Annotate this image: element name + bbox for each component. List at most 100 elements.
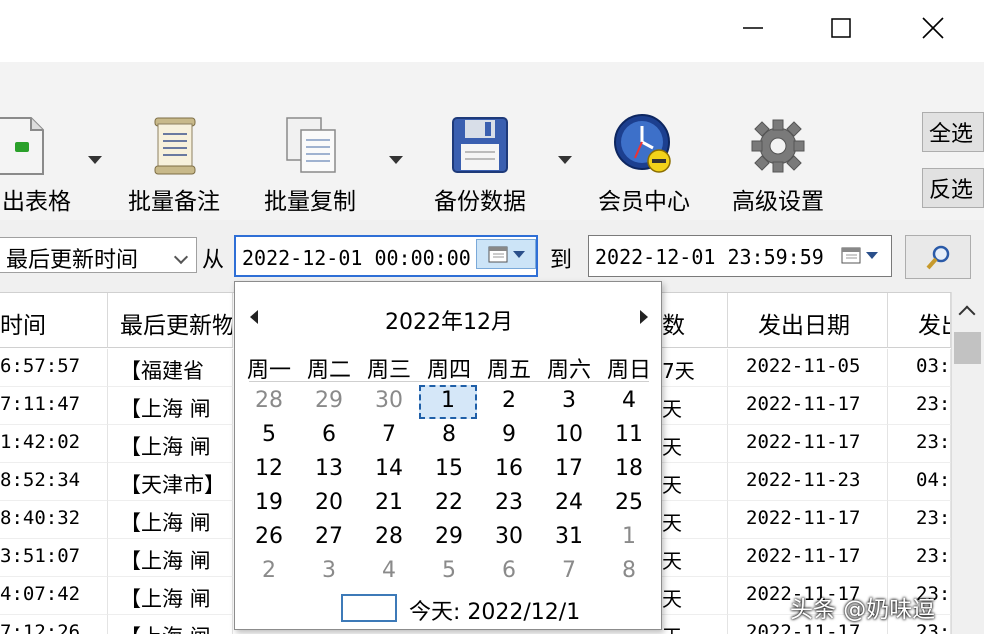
time-field-select[interactable]: 最后更新时间 — [0, 237, 197, 273]
table-cell-sent[interactable]: 23: — [888, 425, 951, 463]
calendar-day[interactable]: 14 — [359, 453, 419, 487]
next-month-icon[interactable] — [640, 310, 648, 324]
calendar-day[interactable]: 31 — [539, 521, 599, 555]
calendar-day[interactable]: 10 — [539, 419, 599, 453]
column-header-days[interactable]: 数 — [662, 293, 728, 348]
table-cell-time[interactable]: 8:40:32 — [0, 501, 108, 539]
table-cell-days[interactable]: 天 — [662, 463, 728, 501]
calendar-day[interactable]: 30 — [359, 385, 419, 419]
calendar-day[interactable]: 8 — [599, 555, 659, 589]
table-cell-addr[interactable]: 【福建省 — [108, 349, 233, 387]
batch-note-button[interactable]: 批量备注 — [128, 112, 220, 212]
column-header-send-time[interactable]: 发出 — [888, 293, 951, 348]
calendar-day[interactable]: 6 — [479, 555, 539, 589]
table-cell-addr[interactable]: 【上海 闸 — [108, 577, 233, 615]
table-cell-date[interactable]: 2022-11-17 — [728, 387, 888, 425]
to-calendar-dropdown-button[interactable] — [829, 240, 889, 270]
member-center-button[interactable]: 会员中心 — [598, 112, 690, 212]
calendar-day-selected[interactable]: 1 — [419, 385, 477, 419]
calendar-day[interactable]: 27 — [299, 521, 359, 555]
calendar-day[interactable]: 7 — [359, 419, 419, 453]
calendar-day[interactable]: 6 — [299, 419, 359, 453]
today-link[interactable]: 今天: 2022/12/1 — [409, 594, 580, 626]
table-cell-sent[interactable]: 23: — [888, 387, 951, 425]
from-datetime-picker[interactable]: 2022-12-01 00:00:00 — [234, 235, 538, 277]
calendar-day[interactable]: 16 — [479, 453, 539, 487]
table-cell-days[interactable]: 天 — [662, 615, 728, 634]
table-cell-date[interactable]: 2022-11-17 — [728, 539, 888, 577]
maximize-button[interactable] — [818, 8, 864, 48]
table-cell-days[interactable]: 7天 — [662, 349, 728, 387]
from-calendar-dropdown-button[interactable] — [476, 239, 536, 269]
table-cell-time[interactable]: 4:07:42 — [0, 577, 108, 615]
scroll-thumb[interactable] — [954, 332, 981, 364]
minimize-button[interactable] — [730, 8, 776, 48]
calendar-day[interactable]: 1 — [599, 521, 659, 555]
table-cell-addr[interactable]: 【上海 闸 — [108, 539, 233, 577]
batch-copy-button[interactable]: 批量复制 — [264, 112, 356, 212]
calendar-day[interactable]: 18 — [599, 453, 659, 487]
calendar-day[interactable]: 17 — [539, 453, 599, 487]
calendar-day[interactable]: 22 — [419, 487, 479, 521]
search-button[interactable] — [905, 235, 971, 279]
calendar-day[interactable]: 5 — [419, 555, 479, 589]
table-cell-sent[interactable]: 23: — [888, 501, 951, 539]
table-cell-time[interactable]: 6:57:57 — [0, 349, 108, 387]
calendar-day[interactable]: 29 — [299, 385, 359, 419]
table-cell-days[interactable]: 天 — [662, 425, 728, 463]
calendar-day[interactable]: 4 — [599, 385, 659, 419]
calendar-day[interactable]: 11 — [599, 419, 659, 453]
calendar-day[interactable]: 30 — [479, 521, 539, 555]
table-cell-addr[interactable]: 【上海 闸 — [108, 425, 233, 463]
table-cell-time[interactable]: 1:42:02 — [0, 425, 108, 463]
table-cell-addr[interactable]: 【天津市】 — [108, 463, 233, 501]
calendar-day[interactable]: 7 — [539, 555, 599, 589]
table-cell-date[interactable]: 2022-11-17 — [728, 501, 888, 539]
table-cell-addr[interactable]: 【上海 闸 — [108, 501, 233, 539]
calendar-day[interactable]: 20 — [299, 487, 359, 521]
table-cell-date[interactable]: 2022-11-05 — [728, 349, 888, 387]
column-header-send-date[interactable]: 发出日期 — [728, 293, 888, 348]
close-button[interactable] — [910, 8, 956, 48]
table-cell-days[interactable]: 天 — [662, 387, 728, 425]
calendar-day[interactable]: 3 — [539, 385, 599, 419]
table-cell-sent[interactable]: 23: — [888, 539, 951, 577]
table-cell-days[interactable]: 天 — [662, 577, 728, 615]
table-cell-time[interactable]: 7:12:26 — [0, 615, 108, 634]
calendar-day[interactable]: 2 — [239, 555, 299, 589]
table-cell-days[interactable]: 天 — [662, 501, 728, 539]
table-cell-date[interactable]: 2022-11-17 — [728, 425, 888, 463]
select-all-button[interactable]: 全选 — [922, 112, 984, 152]
export-dropdown-arrow[interactable] — [88, 156, 102, 164]
invert-select-button[interactable]: 反选 — [922, 168, 984, 208]
export-table-button[interactable]: 出表格 — [0, 112, 71, 212]
calendar-day[interactable]: 13 — [299, 453, 359, 487]
today-marker[interactable] — [341, 594, 397, 622]
calendar-day[interactable]: 12 — [239, 453, 299, 487]
table-cell-sent[interactable]: 03: — [888, 349, 951, 387]
backup-data-button[interactable]: 备份数据 — [434, 112, 526, 212]
calendar-day[interactable]: 24 — [539, 487, 599, 521]
table-cell-time[interactable]: 7:11:47 — [0, 387, 108, 425]
column-header-last-update[interactable]: 最后更新物 — [108, 293, 233, 348]
calendar-day[interactable]: 4 — [359, 555, 419, 589]
table-cell-time[interactable]: 3:51:07 — [0, 539, 108, 577]
calendar-day[interactable]: 8 — [419, 419, 479, 453]
calendar-day[interactable]: 29 — [419, 521, 479, 555]
table-cell-addr[interactable]: 【上海 闸 — [108, 387, 233, 425]
table-cell-time[interactable]: 8:52:34 — [0, 463, 108, 501]
calendar-day[interactable]: 19 — [239, 487, 299, 521]
column-header-time[interactable]: 时间 — [0, 293, 108, 348]
calendar-day[interactable]: 25 — [599, 487, 659, 521]
calendar-day[interactable]: 23 — [479, 487, 539, 521]
to-datetime-picker[interactable]: 2022-12-01 23:59:59 — [588, 235, 892, 277]
backup-dropdown-arrow[interactable] — [558, 156, 572, 164]
calendar-day[interactable]: 28 — [359, 521, 419, 555]
copy-dropdown-arrow[interactable] — [389, 156, 403, 164]
table-cell-date[interactable]: 2022-11-23 — [728, 463, 888, 501]
table-cell-days[interactable]: 天 — [662, 539, 728, 577]
calendar-day[interactable]: 3 — [299, 555, 359, 589]
vertical-scrollbar[interactable] — [951, 292, 984, 634]
calendar-day[interactable]: 26 — [239, 521, 299, 555]
table-cell-addr[interactable]: 【上海 闸 — [108, 615, 233, 634]
